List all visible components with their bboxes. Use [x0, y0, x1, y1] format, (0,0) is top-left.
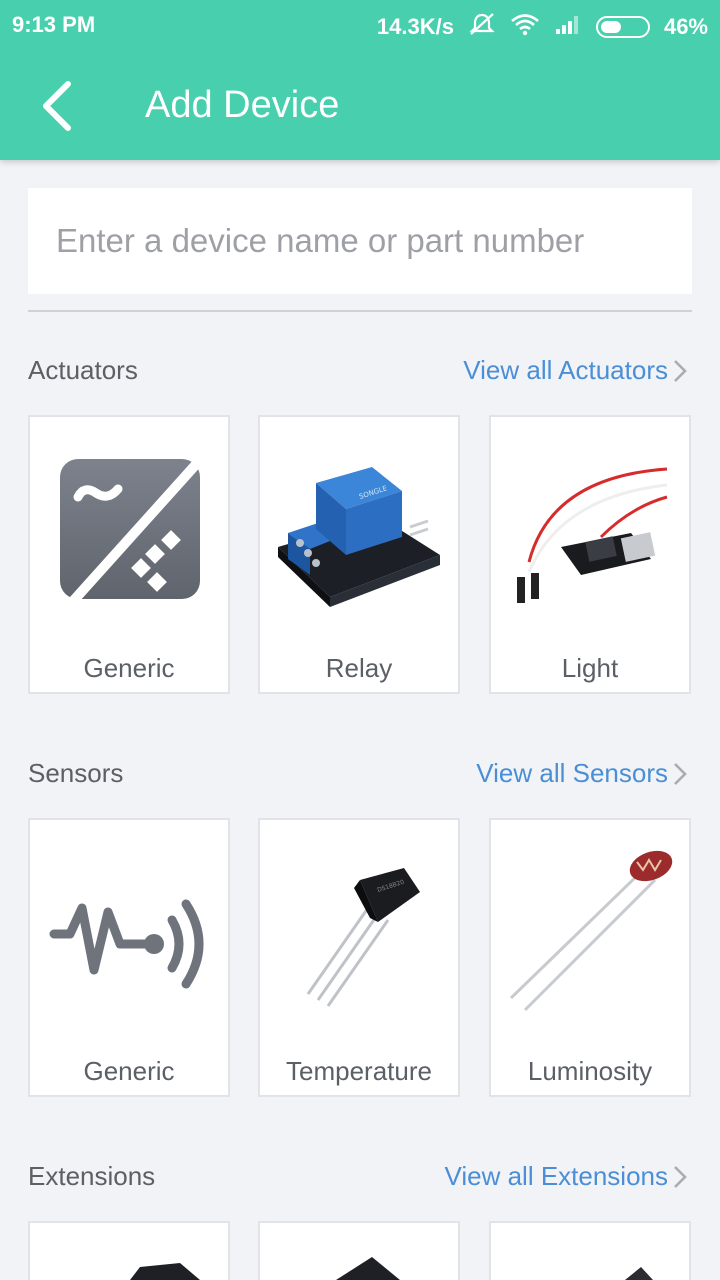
- view-all-label: View all Actuators: [463, 355, 668, 385]
- relay-module-image: SONGLE: [278, 467, 440, 607]
- generic-sensor-icon: [49, 899, 204, 989]
- device-label: Generic: [83, 1056, 175, 1086]
- device-label: Relay: [325, 653, 393, 683]
- device-card-extension-2[interactable]: [258, 1221, 460, 1280]
- device-label: Temperature: [286, 1056, 432, 1086]
- device-label: Luminosity: [527, 1056, 653, 1086]
- device-card-generic-actuator[interactable]: Generic: [28, 415, 230, 694]
- light-module-image: [517, 467, 668, 603]
- device-card-generic-sensor[interactable]: Generic: [28, 818, 230, 1097]
- section-title-sensors: Sensors: [28, 758, 124, 788]
- device-label: Generic: [83, 653, 175, 683]
- back-arrow-icon: [43, 81, 71, 131]
- temperature-sensor-image: DS18B20: [306, 868, 420, 1007]
- chevron-right-icon: [674, 762, 687, 785]
- chevron-right-icon: [674, 359, 687, 382]
- signal-icon: [554, 13, 582, 41]
- status-bar: 9:13 PM 14.3K/s 46%: [0, 0, 720, 50]
- device-card-extension-3[interactable]: [489, 1221, 691, 1280]
- view-all-label: View all Extensions: [444, 1161, 668, 1191]
- device-card-temperature[interactable]: DS18B20 Temperature: [258, 818, 460, 1097]
- extension-image: [625, 1267, 653, 1280]
- app-bar: 9:13 PM 14.3K/s 46% Add Device: [0, 0, 720, 160]
- photoresistor-image: [509, 850, 673, 1012]
- extension-image: [130, 1263, 200, 1280]
- extension-image: [336, 1257, 400, 1280]
- back-button[interactable]: [34, 78, 80, 134]
- generic-actuator-icon: [60, 447, 212, 613]
- search-divider: [28, 310, 692, 312]
- battery-percent: 46%: [663, 14, 708, 39]
- view-all-actuators-link[interactable]: View all Actuators: [463, 355, 688, 386]
- wifi-icon: [510, 12, 540, 42]
- section-title-actuators: Actuators: [28, 355, 138, 385]
- device-card-luminosity[interactable]: Luminosity: [489, 818, 691, 1097]
- device-label: Light: [561, 653, 619, 683]
- battery-level: [600, 21, 622, 33]
- battery-icon: [595, 16, 650, 38]
- view-all-extensions-link[interactable]: View all Extensions: [444, 1161, 688, 1192]
- chevron-right-icon: [674, 1165, 687, 1188]
- status-time: 9:13 PM: [12, 12, 96, 37]
- view-all-sensors-link[interactable]: View all Sensors: [476, 758, 688, 789]
- network-speed: 14.3K/s: [376, 14, 454, 39]
- device-card-relay[interactable]: SONGLE Relay: [258, 415, 460, 694]
- view-all-label: View all Sensors: [476, 758, 668, 788]
- device-card-light[interactable]: Light: [489, 415, 691, 694]
- device-card-extension-1[interactable]: [28, 1221, 230, 1280]
- search-input[interactable]: [28, 188, 692, 294]
- status-icons: 14.3K/s 46%: [363, 12, 708, 42]
- mute-icon: [468, 12, 496, 42]
- page-title: Add Device: [145, 84, 340, 126]
- section-title-extensions: Extensions: [28, 1161, 156, 1191]
